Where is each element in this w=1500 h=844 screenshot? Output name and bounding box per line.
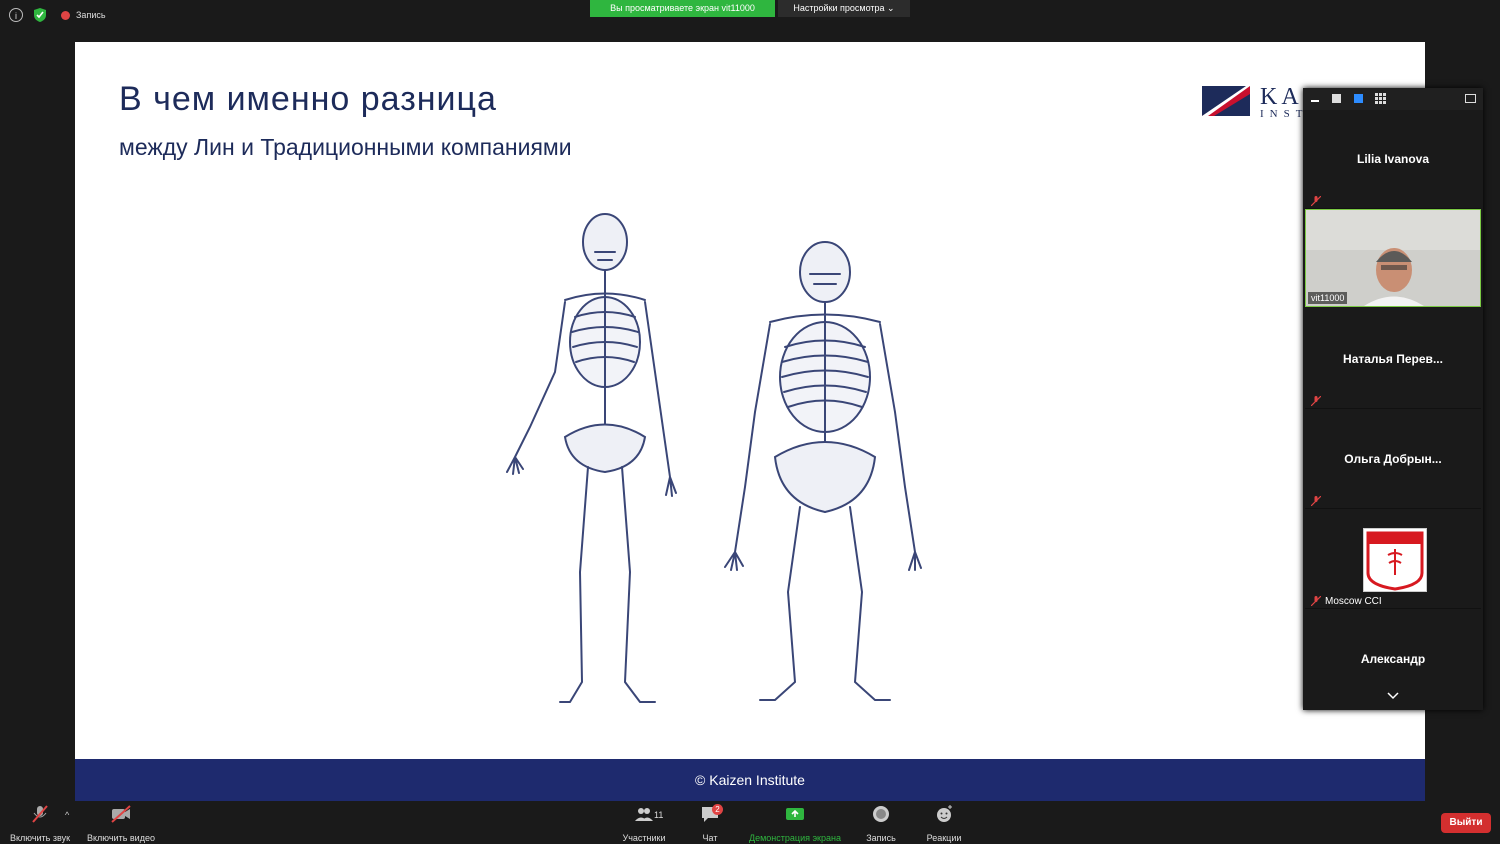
muted-mic-icon (1311, 196, 1321, 206)
participant-name: Наталья Перев... (1343, 352, 1443, 366)
muted-mic-icon (32, 805, 48, 823)
chevron-down-icon[interactable] (1387, 692, 1399, 700)
record-label: Запись (866, 833, 896, 843)
participants-label: Участники (622, 833, 666, 843)
share-screen-label: Демонстрация экрана (749, 833, 841, 843)
slide-title: В чем именно разница (119, 80, 497, 118)
participant-tile[interactable]: Moscow CCI (1305, 510, 1481, 609)
minimize-icon[interactable] (1311, 100, 1319, 102)
participant-video-tile[interactable]: vit11000 (1305, 209, 1481, 307)
chat-label: Чат (702, 833, 718, 843)
meeting-toolbar: Включить звук ^ Включить видео 11 Участн… (0, 802, 1500, 844)
participant-name: Александр (1360, 652, 1426, 666)
participant-tile[interactable]: Ольга Добрын... (1305, 410, 1481, 509)
moscow-cci-logo (1363, 528, 1427, 592)
participants-icon (635, 808, 653, 821)
slide-subtitle: между Лин и Традиционными компаниями (119, 134, 572, 160)
participants-button[interactable]: 11 Участники (618, 804, 670, 843)
chat-badge: 2 (712, 804, 723, 815)
skeletons-illustration (506, 213, 922, 703)
audio-options-caret[interactable]: ^ (65, 810, 69, 820)
participant-name: vit11000 (1308, 292, 1348, 304)
shield-icon[interactable] (33, 7, 47, 23)
emoji-icon (937, 805, 952, 822)
share-screen-button[interactable]: Демонстрация экрана (746, 804, 844, 843)
start-video-label: Включить видео (87, 833, 155, 843)
panel-toolbar (1303, 88, 1483, 110)
participant-name: Lilia Ivanova (1356, 152, 1430, 166)
logo-mark-icon (1202, 86, 1250, 116)
record-button[interactable]: Запись (862, 804, 900, 843)
exit-panel-icon[interactable] (1465, 94, 1476, 103)
muted-mic-icon (1311, 396, 1321, 406)
start-video-button[interactable]: Включить видео (83, 804, 159, 843)
top-bar: i Запись Вы просматриваете экран vit1100… (0, 0, 1500, 42)
participants-video-panel: Lilia Ivanova vit11000 Наталья Перев... … (1303, 88, 1483, 710)
participant-tile[interactable]: Lilia Ivanova (1305, 110, 1481, 209)
record-icon (873, 806, 889, 822)
view-options-button[interactable]: Настройки просмотра ⌄ (778, 0, 910, 17)
leave-button[interactable]: Выйти (1441, 813, 1491, 833)
participant-tile[interactable]: Наталья Перев... (1305, 310, 1481, 409)
viewing-screen-badge: Вы просматриваете экран vit11000 (590, 0, 775, 17)
shared-slide: В чем именно разница между Лин и Традици… (75, 42, 1425, 759)
video-off-icon (111, 805, 131, 823)
participant-name: Ольга Добрын... (1344, 452, 1442, 466)
strip-view-icon[interactable] (1354, 94, 1363, 103)
share-screen-icon (786, 808, 804, 820)
reactions-label: Реакции (926, 833, 962, 843)
info-icon[interactable]: i (9, 8, 23, 22)
gallery-view-icon[interactable] (1375, 93, 1386, 104)
recording-label: Запись (76, 10, 106, 20)
recording-icon (61, 11, 70, 20)
unmute-label: Включить звук (9, 833, 71, 843)
chat-button[interactable]: 2 Чат (696, 804, 724, 843)
muted-mic-icon (1311, 596, 1321, 606)
slide-footer: © Kaizen Institute (75, 759, 1425, 801)
single-view-icon[interactable] (1332, 94, 1341, 103)
muted-mic-icon (1311, 496, 1321, 506)
participants-count: 11 (654, 810, 664, 820)
participant-name: Moscow CCI (1325, 596, 1382, 607)
reactions-button[interactable]: Реакции (922, 804, 966, 843)
